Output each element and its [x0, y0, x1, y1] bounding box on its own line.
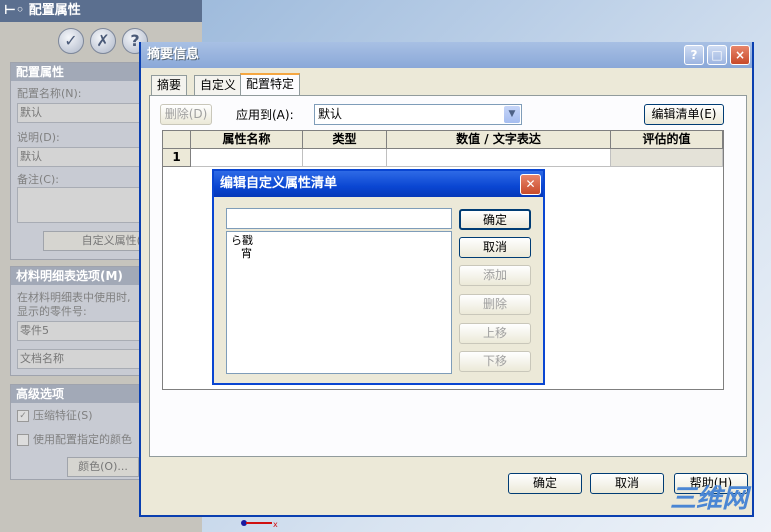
maximize-button[interactable]: □ — [707, 45, 727, 65]
checkbox-icon[interactable] — [17, 434, 29, 446]
move-down-button[interactable]: 下移 — [459, 351, 531, 372]
axis-triad-icon: x — [241, 520, 278, 528]
cancel-icon[interactable]: ✗ — [90, 28, 116, 54]
add-button[interactable]: 添加 — [459, 265, 531, 286]
close-button[interactable]: × — [730, 45, 750, 65]
edit-list-button[interactable]: 编辑清单(E) — [644, 104, 724, 125]
column-header-value[interactable]: 数值 / 文字表达 — [387, 131, 611, 149]
delete-button[interactable]: 删除 — [459, 294, 531, 315]
delete-button[interactable]: 删除(D) — [160, 104, 212, 125]
move-up-button[interactable]: 上移 — [459, 323, 531, 344]
edit-custom-property-list-dialog: 编辑自定义属性清单 ✕ ら戳 宵 确定 取消 添加 删除 上移 下移 — [212, 169, 545, 385]
tab-config-specific[interactable]: 配置特定 — [240, 73, 301, 96]
suppress-features-option[interactable]: ✓ 压缩特征(S) — [17, 407, 93, 423]
color-button[interactable]: 颜色(O)... — [67, 457, 139, 477]
apply-to-select[interactable]: 默认 ▼ — [314, 104, 522, 125]
cell-evaluated — [611, 149, 723, 167]
column-header-evaluated[interactable]: 评估的值 — [611, 131, 723, 149]
list-item[interactable]: ら戳 — [231, 234, 447, 247]
checkbox-checked-icon[interactable]: ✓ — [17, 410, 29, 422]
column-header-property-name[interactable]: 属性名称 — [191, 131, 303, 149]
property-name-input[interactable] — [226, 208, 452, 229]
property-list[interactable]: ら戳 宵 — [226, 231, 452, 374]
help-window-button[interactable]: ? — [684, 45, 704, 65]
note-label: 备注(C): — [17, 173, 59, 186]
close-icon[interactable]: ✕ — [520, 174, 541, 195]
cell-type[interactable] — [303, 149, 387, 167]
apply-to-label: 应用到(A): — [236, 108, 294, 122]
description-label: 说明(D): — [17, 131, 60, 144]
column-header-type[interactable]: 类型 — [303, 131, 387, 149]
bom-desc-line2: 显示的零件号: — [17, 305, 87, 318]
row-number[interactable]: 1 — [163, 149, 191, 167]
use-config-color-option[interactable]: 使用配置指定的颜色 — [17, 431, 132, 447]
check-icon[interactable]: ✓ — [58, 28, 84, 54]
dialog-title: 编辑自定义属性清单 — [214, 171, 543, 197]
chevron-down-icon[interactable]: ▼ — [504, 106, 520, 123]
dialog-title: 摘要信息 — [141, 42, 752, 68]
list-item[interactable]: 宵 — [231, 247, 447, 260]
tab-custom[interactable]: 自定义 — [194, 75, 243, 95]
config-name-label: 配置名称(N): — [17, 87, 82, 100]
cell-value[interactable] — [387, 149, 611, 167]
ok-button[interactable]: 确定 — [459, 209, 531, 230]
panel-title: ⊢◦ 配置属性 — [0, 0, 202, 22]
grid-corner — [163, 131, 191, 149]
cancel-button[interactable]: 取消 — [590, 473, 664, 494]
svg-text:x: x — [273, 520, 278, 528]
watermark-logo: 三维网 — [670, 484, 749, 514]
config-icon: ⊢◦ — [4, 3, 29, 18]
cell-property-name[interactable] — [191, 149, 303, 167]
tab-summary[interactable]: 摘要 — [151, 75, 188, 95]
ok-button[interactable]: 确定 — [508, 473, 582, 494]
apply-to-value: 默认 — [318, 107, 343, 121]
cancel-button[interactable]: 取消 — [459, 237, 531, 258]
